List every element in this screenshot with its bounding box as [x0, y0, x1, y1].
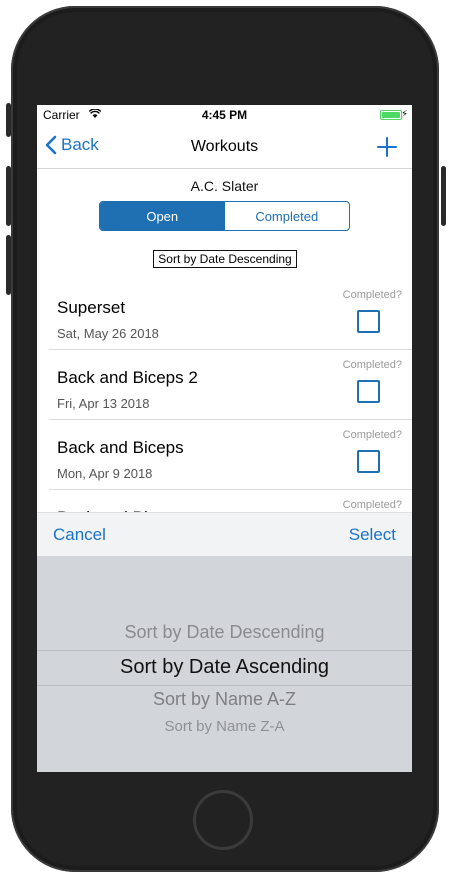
- battery-icon: [380, 110, 402, 120]
- list-item[interactable]: Back and Biceps 2 Fri, Apr 13 2018 Compl…: [49, 350, 412, 420]
- status-time: 4:45 PM: [201, 108, 248, 122]
- completed-checkbox[interactable]: [357, 310, 380, 333]
- owner-name: A.C. Slater: [190, 178, 259, 194]
- status-bar: Carrier 4:45 PM ⚡: [37, 105, 412, 125]
- screen: Carrier 4:45 PM ⚡ Back Workouts A.C. Sla…: [37, 105, 412, 772]
- completed-label: Completed?: [342, 429, 402, 441]
- picker-option-selected[interactable]: Sort by Date Ascending: [37, 656, 412, 679]
- completed-label: Completed?: [342, 359, 402, 371]
- workout-title: Back and Biceps: [57, 438, 184, 457]
- page-title: Workouts: [190, 138, 259, 155]
- completed-checkbox[interactable]: [357, 380, 380, 403]
- list-item[interactable]: Superset Sat, May 26 2018 Completed?: [49, 280, 412, 350]
- home-button[interactable]: [193, 790, 253, 850]
- segment-open[interactable]: Open: [100, 202, 225, 230]
- sort-field[interactable]: Sort by Date Descending: [153, 250, 297, 268]
- picker-selection-line-bottom: [37, 685, 412, 686]
- volume-up-button: [6, 166, 11, 226]
- sort-picker[interactable]: Sort by Date Descending Sort by Date Asc…: [37, 556, 412, 772]
- select-button[interactable]: Select: [349, 525, 396, 545]
- mute-switch: [6, 103, 11, 137]
- add-workout-plus-icon[interactable]: [376, 136, 398, 158]
- list-item[interactable]: Back and Biceps Mon, Apr 9 2018 Complete…: [49, 420, 412, 490]
- picker-option[interactable]: Sort by Name A-Z: [37, 689, 412, 710]
- navigation-bar: Back Workouts: [37, 125, 412, 169]
- picker-toolbar: Cancel Select: [37, 512, 412, 556]
- status-segmented-control: Open Completed: [99, 201, 350, 231]
- picker-option[interactable]: Sort by Date Descending: [37, 622, 412, 643]
- cancel-button[interactable]: Cancel: [53, 525, 106, 545]
- workout-date: Fri, Apr 13 2018: [57, 396, 150, 411]
- workout-date: Mon, Apr 9 2018: [57, 466, 153, 481]
- charging-icon: ⚡: [400, 109, 408, 120]
- completed-label: Completed?: [342, 289, 402, 301]
- workout-title: Superset: [57, 298, 126, 317]
- workout-date: Sat, May 26 2018: [57, 326, 159, 341]
- completed-label: Completed?: [342, 499, 402, 511]
- picker-selection-line-top: [37, 650, 412, 651]
- power-button: [441, 166, 446, 226]
- segment-completed[interactable]: Completed: [225, 202, 350, 230]
- volume-down-button: [6, 235, 11, 295]
- completed-checkbox[interactable]: [357, 450, 380, 473]
- picker-option[interactable]: Sort by Name Z-A: [37, 718, 412, 735]
- workout-title: Back and Biceps 2: [57, 368, 198, 387]
